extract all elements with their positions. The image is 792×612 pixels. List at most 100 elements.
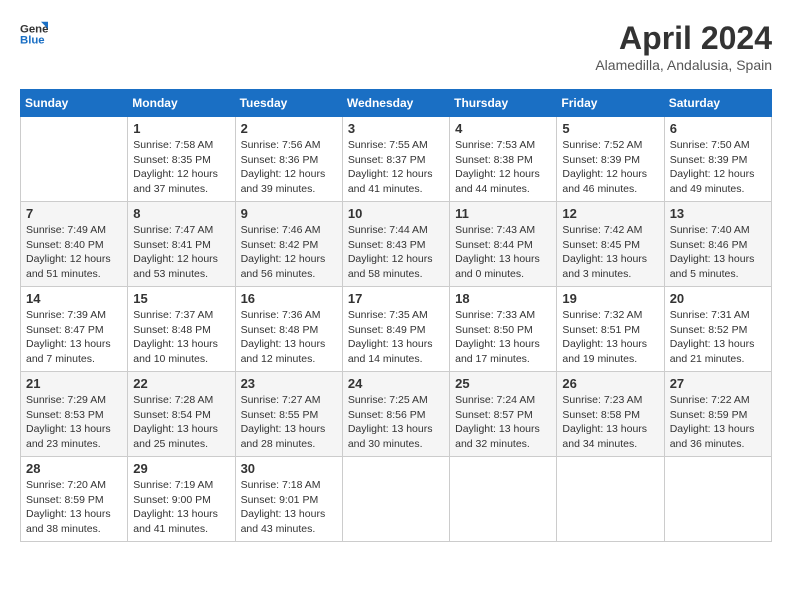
month-title: April 2024 (595, 20, 772, 57)
day-info: Sunrise: 7:42 AM Sunset: 8:45 PM Dayligh… (562, 223, 658, 282)
calendar-cell: 9 Sunrise: 7:46 AM Sunset: 8:42 PM Daylig… (235, 202, 342, 287)
calendar-cell: 18 Sunrise: 7:33 AM Sunset: 8:50 PM Dayli… (450, 287, 557, 372)
day-number: 11 (455, 206, 551, 221)
calendar-cell: 19 Sunrise: 7:32 AM Sunset: 8:51 PM Dayli… (557, 287, 664, 372)
day-number: 22 (133, 376, 229, 391)
calendar-cell: 3Sunrise: 7:55 AM Sunset: 8:37 PM Daylig… (342, 117, 449, 202)
day-number: 15 (133, 291, 229, 306)
calendar-cell: 23Sunrise: 7:27 AM Sunset: 8:55 PM Dayli… (235, 372, 342, 457)
title-block: April 2024 Alamedilla, Andalusia, Spain (595, 20, 772, 73)
day-number: 20 (670, 291, 766, 306)
calendar-cell: 2 Sunrise: 7:56 AM Sunset: 8:36 PM Daylig… (235, 117, 342, 202)
calendar-cell: 4 Sunrise: 7:53 AM Sunset: 8:38 PM Daylig… (450, 117, 557, 202)
day-info: Sunrise: 7:39 AM Sunset: 8:47 PM Dayligh… (26, 308, 122, 367)
calendar-week-row: 1 Sunrise: 7:58 AM Sunset: 8:35 PM Daylig… (21, 117, 772, 202)
day-info: Sunrise: 7:56 AM Sunset: 8:36 PM Dayligh… (241, 138, 337, 197)
calendar-cell: 15 Sunrise: 7:37 AM Sunset: 8:48 PM Dayli… (128, 287, 235, 372)
calendar-cell: 12 Sunrise: 7:42 AM Sunset: 8:45 PM Dayli… (557, 202, 664, 287)
calendar-cell (21, 117, 128, 202)
calendar-cell (664, 457, 771, 542)
calendar-cell: 27 Sunrise: 7:22 AM Sunset: 8:59 PM Dayli… (664, 372, 771, 457)
day-number: 19 (562, 291, 658, 306)
svg-text:General: General (20, 23, 48, 35)
day-info: Sunrise: 7:52 AM Sunset: 8:39 PM Dayligh… (562, 138, 658, 197)
calendar-cell (557, 457, 664, 542)
day-number: 4 (455, 121, 551, 136)
day-number: 2 (241, 121, 337, 136)
calendar-cell: 7 Sunrise: 7:49 AM Sunset: 8:40 PM Daylig… (21, 202, 128, 287)
day-number: 17 (348, 291, 444, 306)
day-number: 8 (133, 206, 229, 221)
calendar-cell: 30 Sunrise: 7:18 AM Sunset: 9:01 PM Dayli… (235, 457, 342, 542)
day-info: Sunrise: 7:49 AM Sunset: 8:40 PM Dayligh… (26, 223, 122, 282)
calendar-cell: 10 Sunrise: 7:44 AM Sunset: 8:43 PM Dayli… (342, 202, 449, 287)
day-number: 30 (241, 461, 337, 476)
day-info: Sunrise: 7:44 AM Sunset: 8:43 PM Dayligh… (348, 223, 444, 282)
day-number: 24 (348, 376, 444, 391)
day-number: 10 (348, 206, 444, 221)
day-of-week-header: Sunday (21, 90, 128, 117)
logo: General Blue (20, 20, 48, 48)
day-number: 6 (670, 121, 766, 136)
day-of-week-header: Wednesday (342, 90, 449, 117)
day-info: Sunrise: 7:19 AM Sunset: 9:00 PM Dayligh… (133, 478, 229, 537)
day-info: Sunrise: 7:32 AM Sunset: 8:51 PM Dayligh… (562, 308, 658, 367)
day-number: 3 (348, 121, 444, 136)
day-info: Sunrise: 7:22 AM Sunset: 8:59 PM Dayligh… (670, 393, 766, 452)
calendar-cell: 17 Sunrise: 7:35 AM Sunset: 8:49 PM Dayli… (342, 287, 449, 372)
day-info: Sunrise: 7:25 AM Sunset: 8:56 PM Dayligh… (348, 393, 444, 452)
day-number: 29 (133, 461, 229, 476)
logo-icon: General Blue (20, 20, 48, 48)
calendar-cell (342, 457, 449, 542)
day-info: Sunrise: 7:43 AM Sunset: 8:44 PM Dayligh… (455, 223, 551, 282)
location: Alamedilla, Andalusia, Spain (595, 57, 772, 73)
day-info: Sunrise: 7:40 AM Sunset: 8:46 PM Dayligh… (670, 223, 766, 282)
calendar-cell: 25 Sunrise: 7:24 AM Sunset: 8:57 PM Dayli… (450, 372, 557, 457)
day-info: Sunrise: 7:23 AM Sunset: 8:58 PM Dayligh… (562, 393, 658, 452)
day-number: 18 (455, 291, 551, 306)
calendar-week-row: 21 Sunrise: 7:29 AM Sunset: 8:53 PM Dayli… (21, 372, 772, 457)
calendar-cell: 20 Sunrise: 7:31 AM Sunset: 8:52 PM Dayli… (664, 287, 771, 372)
day-info: Sunrise: 7:18 AM Sunset: 9:01 PM Dayligh… (241, 478, 337, 537)
day-number: 9 (241, 206, 337, 221)
day-of-week-header: Monday (128, 90, 235, 117)
day-number: 12 (562, 206, 658, 221)
calendar-cell: 13Sunrise: 7:40 AM Sunset: 8:46 PM Dayli… (664, 202, 771, 287)
calendar-cell: 21 Sunrise: 7:29 AM Sunset: 8:53 PM Dayli… (21, 372, 128, 457)
calendar-week-row: 28Sunrise: 7:20 AM Sunset: 8:59 PM Dayli… (21, 457, 772, 542)
calendar-cell: 14 Sunrise: 7:39 AM Sunset: 8:47 PM Dayli… (21, 287, 128, 372)
day-number: 7 (26, 206, 122, 221)
calendar-body: 1 Sunrise: 7:58 AM Sunset: 8:35 PM Daylig… (21, 117, 772, 542)
day-info: Sunrise: 7:37 AM Sunset: 8:48 PM Dayligh… (133, 308, 229, 367)
calendar-cell: 16Sunrise: 7:36 AM Sunset: 8:48 PM Dayli… (235, 287, 342, 372)
day-number: 14 (26, 291, 122, 306)
calendar-cell: 22Sunrise: 7:28 AM Sunset: 8:54 PM Dayli… (128, 372, 235, 457)
day-info: Sunrise: 7:29 AM Sunset: 8:53 PM Dayligh… (26, 393, 122, 452)
day-number: 21 (26, 376, 122, 391)
day-number: 25 (455, 376, 551, 391)
calendar-cell: 8Sunrise: 7:47 AM Sunset: 8:41 PM Daylig… (128, 202, 235, 287)
calendar-cell: 5Sunrise: 7:52 AM Sunset: 8:39 PM Daylig… (557, 117, 664, 202)
day-info: Sunrise: 7:27 AM Sunset: 8:55 PM Dayligh… (241, 393, 337, 452)
day-info: Sunrise: 7:58 AM Sunset: 8:35 PM Dayligh… (133, 138, 229, 197)
day-info: Sunrise: 7:24 AM Sunset: 8:57 PM Dayligh… (455, 393, 551, 452)
day-info: Sunrise: 7:33 AM Sunset: 8:50 PM Dayligh… (455, 308, 551, 367)
calendar-table: SundayMondayTuesdayWednesdayThursdayFrid… (20, 89, 772, 542)
calendar-cell: 28Sunrise: 7:20 AM Sunset: 8:59 PM Dayli… (21, 457, 128, 542)
day-number: 16 (241, 291, 337, 306)
day-of-week-header: Thursday (450, 90, 557, 117)
day-number: 26 (562, 376, 658, 391)
day-info: Sunrise: 7:35 AM Sunset: 8:49 PM Dayligh… (348, 308, 444, 367)
day-number: 27 (670, 376, 766, 391)
day-info: Sunrise: 7:46 AM Sunset: 8:42 PM Dayligh… (241, 223, 337, 282)
page-header: General Blue April 2024 Alamedilla, Anda… (20, 20, 772, 73)
day-of-week-header: Friday (557, 90, 664, 117)
calendar-cell: 26 Sunrise: 7:23 AM Sunset: 8:58 PM Dayli… (557, 372, 664, 457)
calendar-cell: 24 Sunrise: 7:25 AM Sunset: 8:56 PM Dayli… (342, 372, 449, 457)
day-info: Sunrise: 7:53 AM Sunset: 8:38 PM Dayligh… (455, 138, 551, 197)
calendar-cell: 1 Sunrise: 7:58 AM Sunset: 8:35 PM Daylig… (128, 117, 235, 202)
day-number: 1 (133, 121, 229, 136)
day-number: 28 (26, 461, 122, 476)
calendar-cell: 6Sunrise: 7:50 AM Sunset: 8:39 PM Daylig… (664, 117, 771, 202)
day-info: Sunrise: 7:31 AM Sunset: 8:52 PM Dayligh… (670, 308, 766, 367)
